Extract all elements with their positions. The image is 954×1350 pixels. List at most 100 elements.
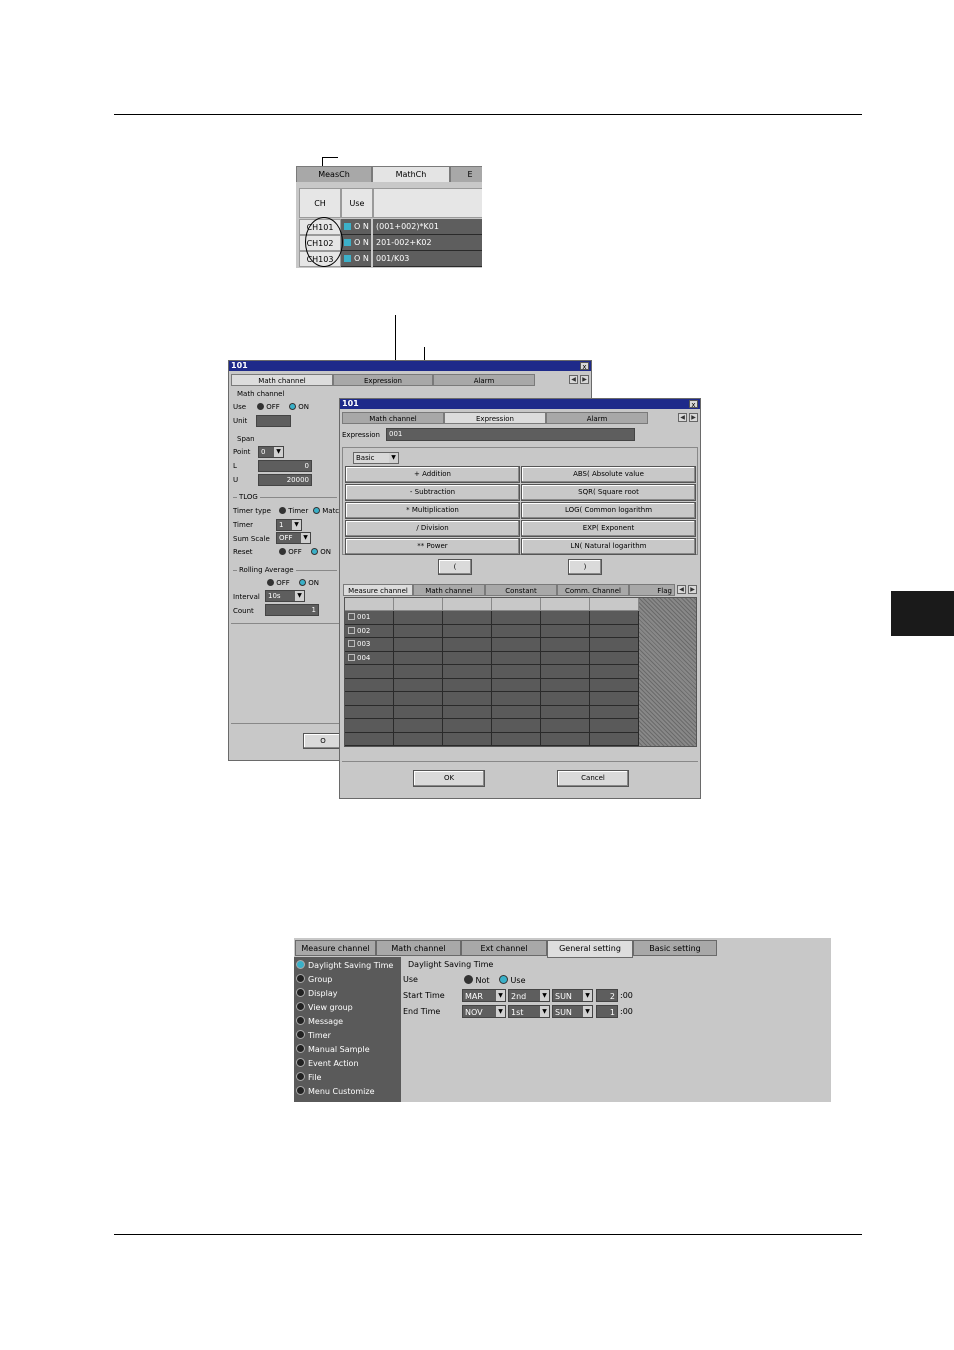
sqr-button[interactable]: SQR( Square root <box>521 484 696 501</box>
use-toggle[interactable]: O N <box>341 219 371 235</box>
tab-ext-partial[interactable]: E <box>450 166 482 182</box>
timer-type-match-radio[interactable]: Matc <box>313 507 339 515</box>
tab-math-channel[interactable]: Math channel <box>342 412 444 424</box>
sidebar-item-view-group[interactable]: View group <box>296 1001 353 1015</box>
power-button[interactable]: ** Power <box>345 538 520 555</box>
channel-grid-cell[interactable]: 002 <box>345 624 394 638</box>
sum-scale-select[interactable]: OFF ▼ <box>276 532 311 544</box>
sidebar-item-menu-customize[interactable]: Menu Customize <box>296 1085 375 1099</box>
close-icon[interactable]: x <box>689 400 698 409</box>
sidebar-item-event-action[interactable]: Event Action <box>296 1057 359 1071</box>
use-not-radio[interactable]: Not <box>464 975 490 985</box>
start-day-select[interactable]: SUN ▼ <box>552 989 593 1002</box>
channel-grid-cell <box>492 638 541 652</box>
abs-button[interactable]: ABS( Absolute value <box>521 466 696 483</box>
log-button[interactable]: LOG( Common logarithm <box>521 502 696 519</box>
sidebar-item-message[interactable]: Message <box>296 1015 343 1029</box>
start-month-select[interactable]: MAR ▼ <box>462 989 506 1002</box>
channel-grid-cell[interactable]: 001 <box>345 611 394 625</box>
tab-scroll-right-icon[interactable]: ▶ <box>689 413 698 422</box>
tab-expression[interactable]: Expression <box>333 374 433 386</box>
channel-grid-cell <box>394 651 443 665</box>
use-toggle[interactable]: O N <box>341 251 371 267</box>
end-week-select[interactable]: 1st ▼ <box>508 1005 550 1018</box>
close-paren-button[interactable]: ) <box>568 559 602 575</box>
reset-on-radio[interactable]: ON <box>311 548 331 556</box>
rolling-on-radio[interactable]: ON <box>299 579 319 587</box>
use-off-radio[interactable]: OFF <box>257 403 280 411</box>
span-upper-input[interactable]: 20000 <box>258 474 312 486</box>
use-on-radio[interactable]: ON <box>289 403 309 411</box>
tab-alarm[interactable]: Alarm <box>433 374 535 386</box>
tab-scroll-left-icon[interactable]: ◀ <box>678 413 687 422</box>
expression-cell[interactable]: 201-002+K02 <box>373 235 482 251</box>
start-week-select[interactable]: 2nd ▼ <box>508 989 550 1002</box>
rolling-off-radio[interactable]: OFF <box>267 579 290 587</box>
sidebar-item-file[interactable]: File <box>296 1071 321 1085</box>
tab-ext-channel[interactable]: Ext channel <box>461 940 547 956</box>
division-button[interactable]: / Division <box>345 520 520 537</box>
reset-off-radio[interactable]: OFF <box>279 548 302 556</box>
use-use-radio[interactable]: Use <box>499 975 526 985</box>
subtraction-button[interactable]: - Subtraction <box>345 484 520 501</box>
expression-cell[interactable]: 001/K03 <box>373 251 482 267</box>
interval-select[interactable]: 10s ▼ <box>265 590 305 602</box>
end-day-select[interactable]: SUN ▼ <box>552 1005 593 1018</box>
tab-mathch[interactable]: MathCh <box>372 166 450 182</box>
multiplication-button[interactable]: * Multiplication <box>345 502 520 519</box>
expression-cell[interactable]: (001+002)*K01 <box>373 219 482 235</box>
tab-general-setting[interactable]: General setting <box>547 940 633 958</box>
unit-input[interactable] <box>256 415 291 427</box>
cancel-button[interactable]: Cancel <box>557 770 629 787</box>
tab-measure-channel[interactable]: Measure channel <box>295 940 376 956</box>
exp-button[interactable]: EXP( Exponent <box>521 520 696 537</box>
tab-math-channel[interactable]: Math channel <box>376 940 461 956</box>
ok-button[interactable]: OK <box>413 770 485 787</box>
ln-button[interactable]: LN( Natural logarithm <box>521 538 696 555</box>
channel-grid-cell[interactable]: 004 <box>345 651 394 665</box>
tab-comm-channel[interactable]: Comm. Channel <box>557 584 629 596</box>
tab-scroll-left-icon[interactable]: ◀ <box>569 375 578 384</box>
open-paren-button[interactable]: ( <box>438 559 472 575</box>
tab-expression[interactable]: Expression <box>444 412 546 424</box>
start-hour-input[interactable]: 2 <box>596 989 618 1002</box>
addition-button[interactable]: + Addition <box>345 466 520 483</box>
expression-input[interactable]: 001 <box>386 428 635 441</box>
unit-label: Unit <box>233 417 248 425</box>
count-input[interactable]: 1 <box>265 604 319 616</box>
use-toggle[interactable]: O N <box>341 235 371 251</box>
tab-scroll-right-icon[interactable]: ▶ <box>580 375 589 384</box>
timer-select[interactable]: 1 ▼ <box>276 519 302 531</box>
sidebar-item-timer[interactable]: Timer <box>296 1029 331 1043</box>
channel-grid-cell <box>345 732 394 746</box>
channel-grid-cell <box>492 719 541 733</box>
point-select[interactable]: 0 ▼ <box>258 446 284 458</box>
channel-grid-cell <box>541 665 590 679</box>
sidebar-item-manual-sample[interactable]: Manual Sample <box>296 1043 370 1057</box>
sidebar-item-daylight-saving-time[interactable]: Daylight Saving Time <box>296 959 393 973</box>
span-lower-input[interactable]: 0 <box>258 460 312 472</box>
sidebar-item-group[interactable]: Group <box>296 973 332 987</box>
tab-math-channel-sub[interactable]: Math channel <box>413 584 485 596</box>
grid-column-header <box>443 598 492 611</box>
tab-measch[interactable]: MeasCh <box>296 166 372 182</box>
channel-grid-cell <box>443 651 492 665</box>
end-month-select[interactable]: NOV ▼ <box>462 1005 506 1018</box>
subtab-scroll-right-icon[interactable]: ▶ <box>688 585 697 594</box>
channel-grid-cell[interactable]: 003 <box>345 638 394 652</box>
checkbox-icon <box>348 653 355 661</box>
sidebar-item-display[interactable]: Display <box>296 987 338 1001</box>
settings-sidebar: Daylight Saving Time Group Display View … <box>294 957 401 1102</box>
tab-flag[interactable]: Flag <box>629 584 675 596</box>
tab-measure-channel[interactable]: Measure channel <box>343 584 413 596</box>
mode-select[interactable]: Basic ▼ <box>353 452 399 464</box>
tab-constant[interactable]: Constant <box>485 584 557 596</box>
tab-math-channel[interactable]: Math channel <box>231 374 333 386</box>
tab-basic-setting[interactable]: Basic setting <box>633 940 717 956</box>
tab-alarm[interactable]: Alarm <box>546 412 648 424</box>
ok-button[interactable]: O <box>303 733 343 749</box>
end-hour-input[interactable]: 1 <box>596 1005 618 1018</box>
close-icon[interactable]: x <box>580 362 589 371</box>
timer-type-timer-radio[interactable]: Timer <box>279 507 308 515</box>
subtab-scroll-left-icon[interactable]: ◀ <box>677 585 686 594</box>
